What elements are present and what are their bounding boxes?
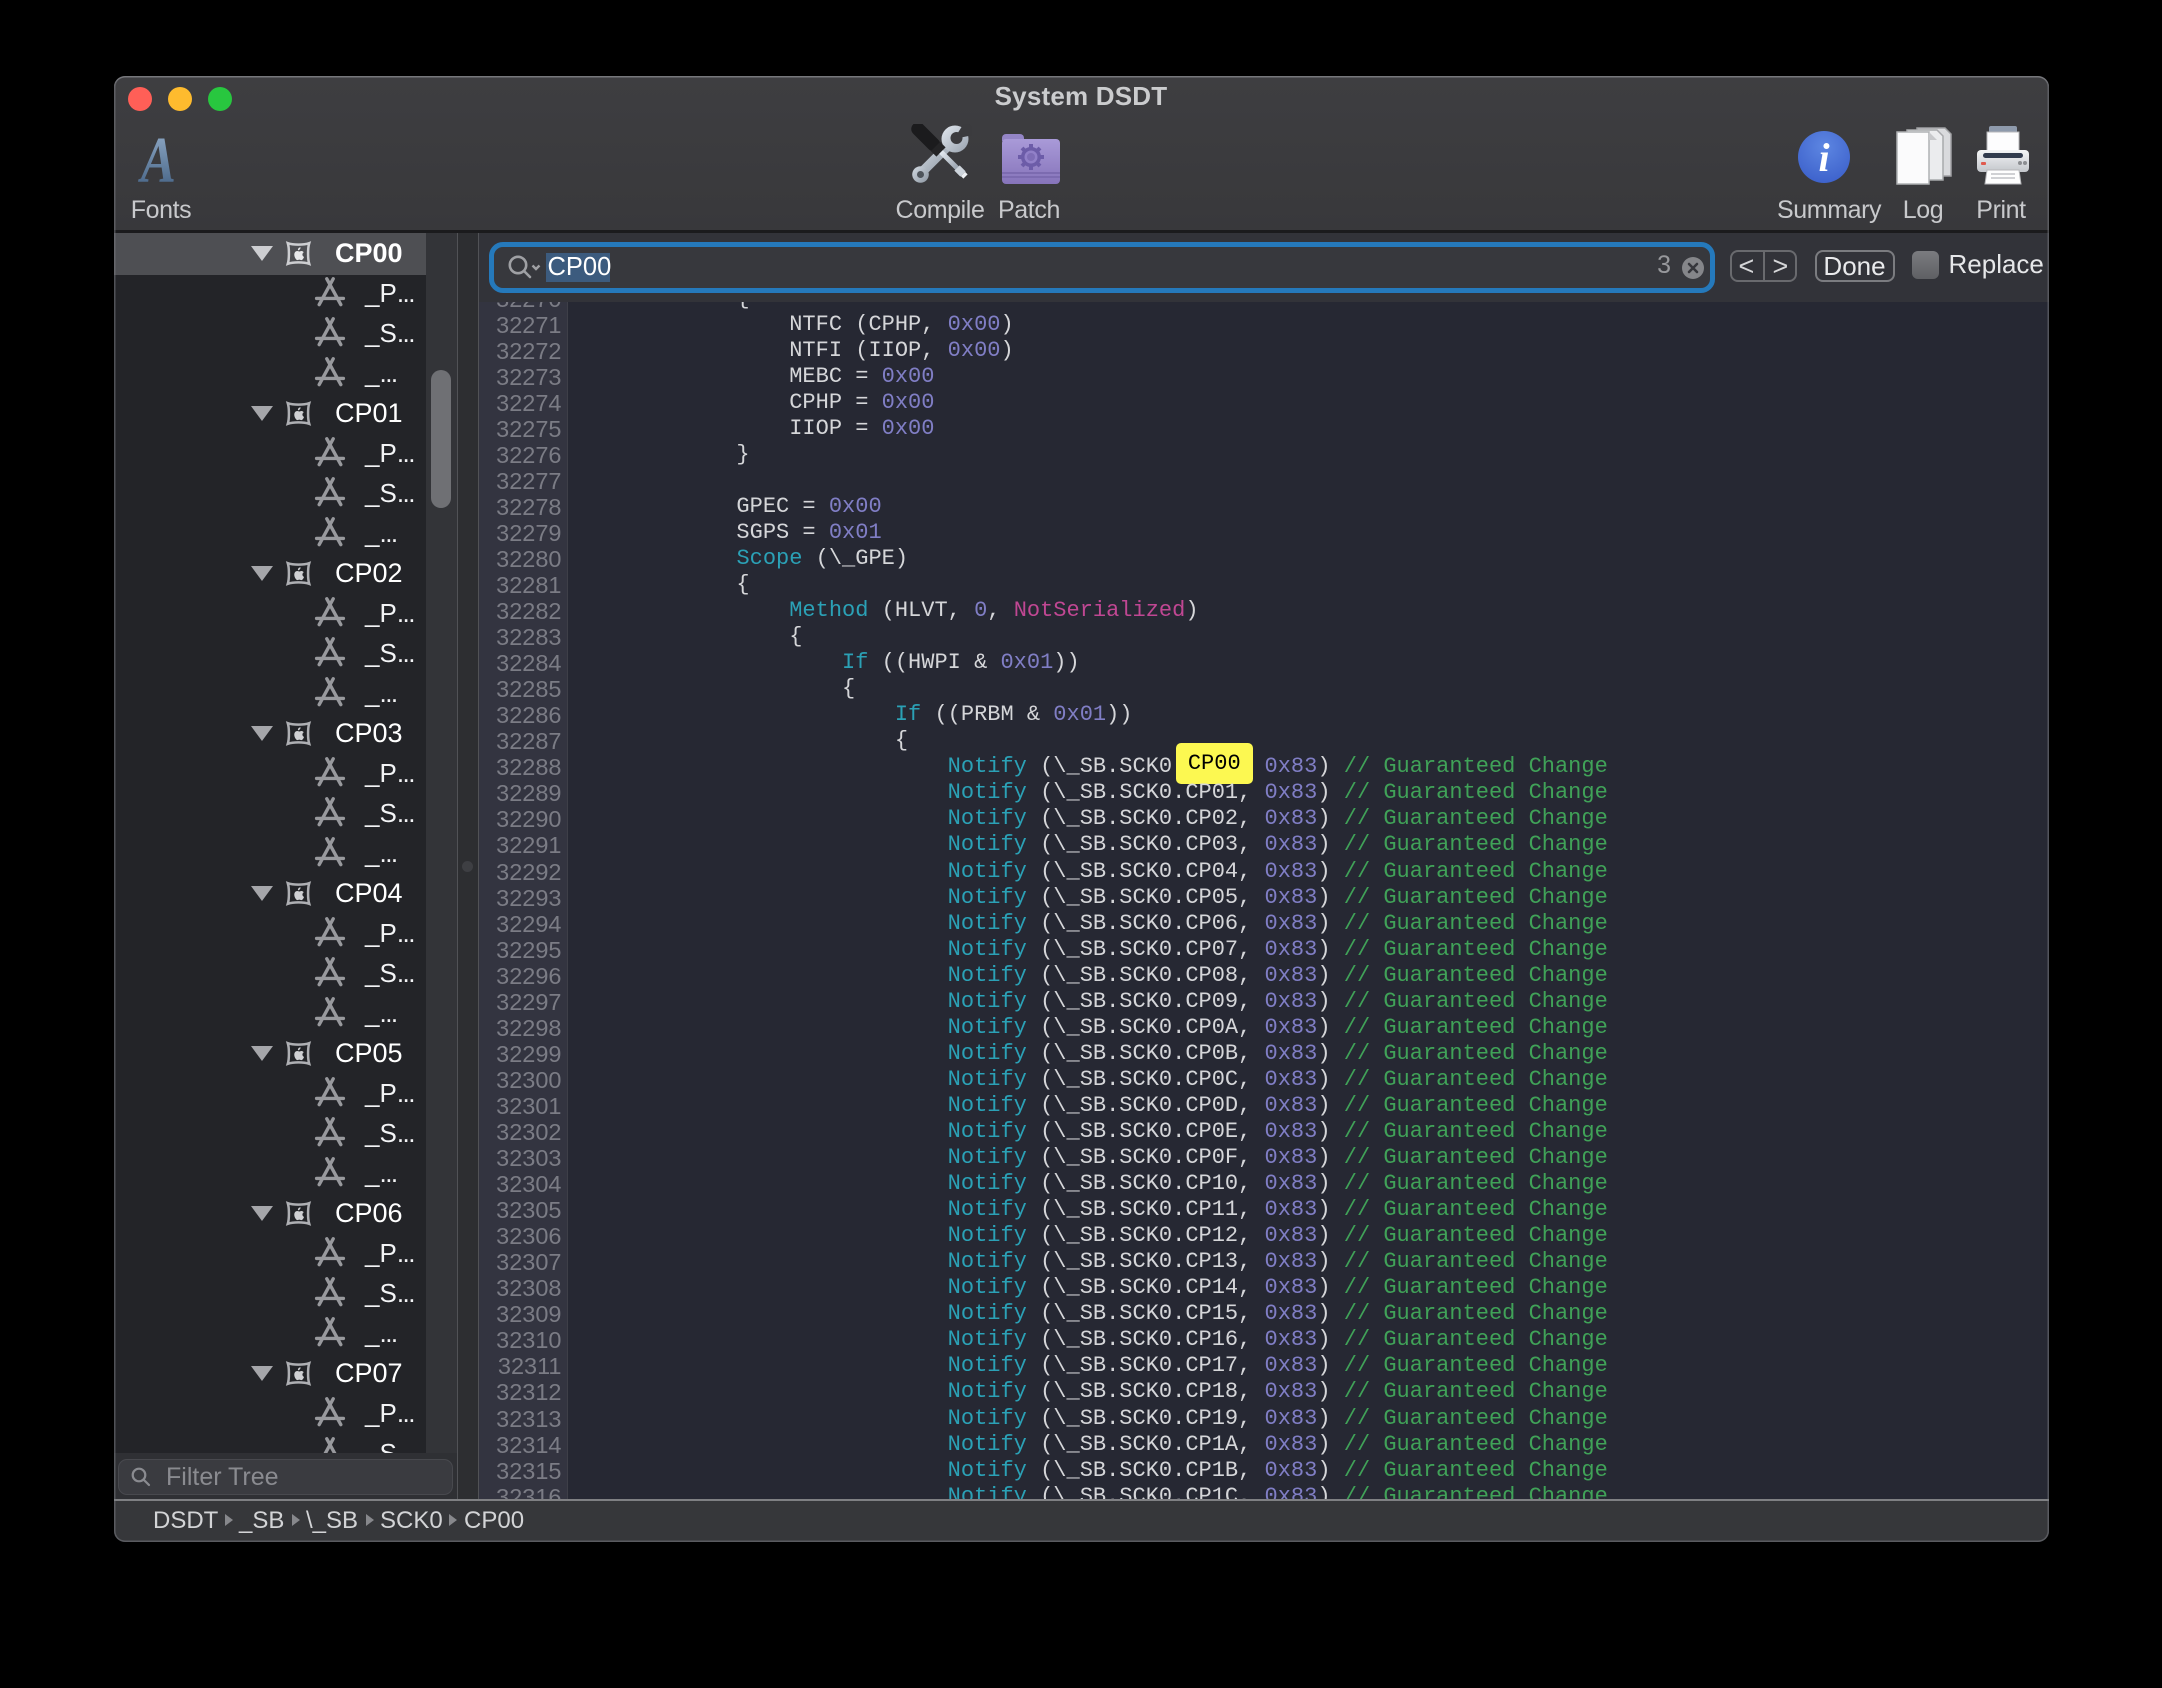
svg-text:i: i <box>1818 135 1829 180</box>
